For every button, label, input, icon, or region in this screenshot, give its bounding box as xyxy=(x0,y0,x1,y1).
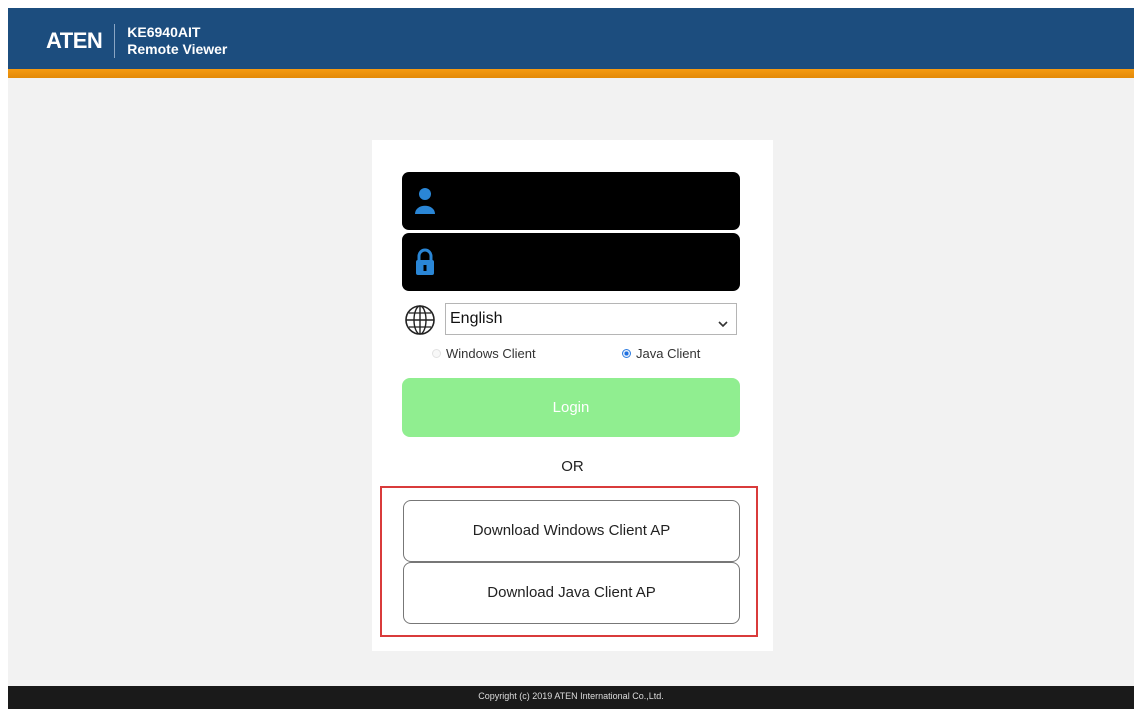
chevron-down-icon xyxy=(718,315,728,333)
password-input[interactable] xyxy=(448,243,732,283)
app-window: ATEN KE6940AIT Remote Viewer English Win… xyxy=(8,8,1134,709)
header-bar: ATEN KE6940AIT Remote Viewer xyxy=(8,8,1134,69)
username-input[interactable] xyxy=(448,182,732,222)
language-value: English xyxy=(450,310,503,327)
windows-client-label: Windows Client xyxy=(446,346,536,361)
password-field[interactable] xyxy=(402,233,740,291)
footer-copyright: Copyright (c) 2019 ATEN International Co… xyxy=(8,686,1134,709)
product-name: Remote Viewer xyxy=(127,41,228,57)
download-windows-client-button[interactable]: Download Windows Client AP xyxy=(403,500,740,562)
aten-logo: ATEN xyxy=(46,28,103,53)
radio-unselected[interactable] xyxy=(432,349,441,358)
windows-client-radio[interactable]: Windows Client xyxy=(432,346,536,361)
client-type-options: Windows Client Java Client xyxy=(432,346,732,366)
radio-selected[interactable] xyxy=(622,349,631,358)
download-highlight-box: Download Windows Client AP Download Java… xyxy=(380,486,758,637)
java-client-radio[interactable]: Java Client xyxy=(622,346,700,361)
java-client-label: Java Client xyxy=(636,346,701,361)
model-name: KE6940AIT xyxy=(127,24,201,40)
brand-divider xyxy=(114,24,116,58)
username-field[interactable] xyxy=(402,172,740,230)
download-java-client-button[interactable]: Download Java Client AP xyxy=(403,562,740,624)
login-card: English Windows Client Java Client Login… xyxy=(372,140,773,651)
language-row: English xyxy=(404,303,740,337)
brand: ATEN KE6940AIT Remote Viewer xyxy=(46,24,227,58)
globe-icon xyxy=(404,304,436,341)
header-accent-line xyxy=(8,69,1134,78)
brand-text: KE6940AIT Remote Viewer xyxy=(127,24,227,58)
user-icon xyxy=(414,186,436,221)
login-button[interactable]: Login xyxy=(402,378,740,437)
lock-icon xyxy=(414,247,436,282)
language-select[interactable]: English xyxy=(445,303,737,335)
or-separator: OR xyxy=(561,458,584,475)
